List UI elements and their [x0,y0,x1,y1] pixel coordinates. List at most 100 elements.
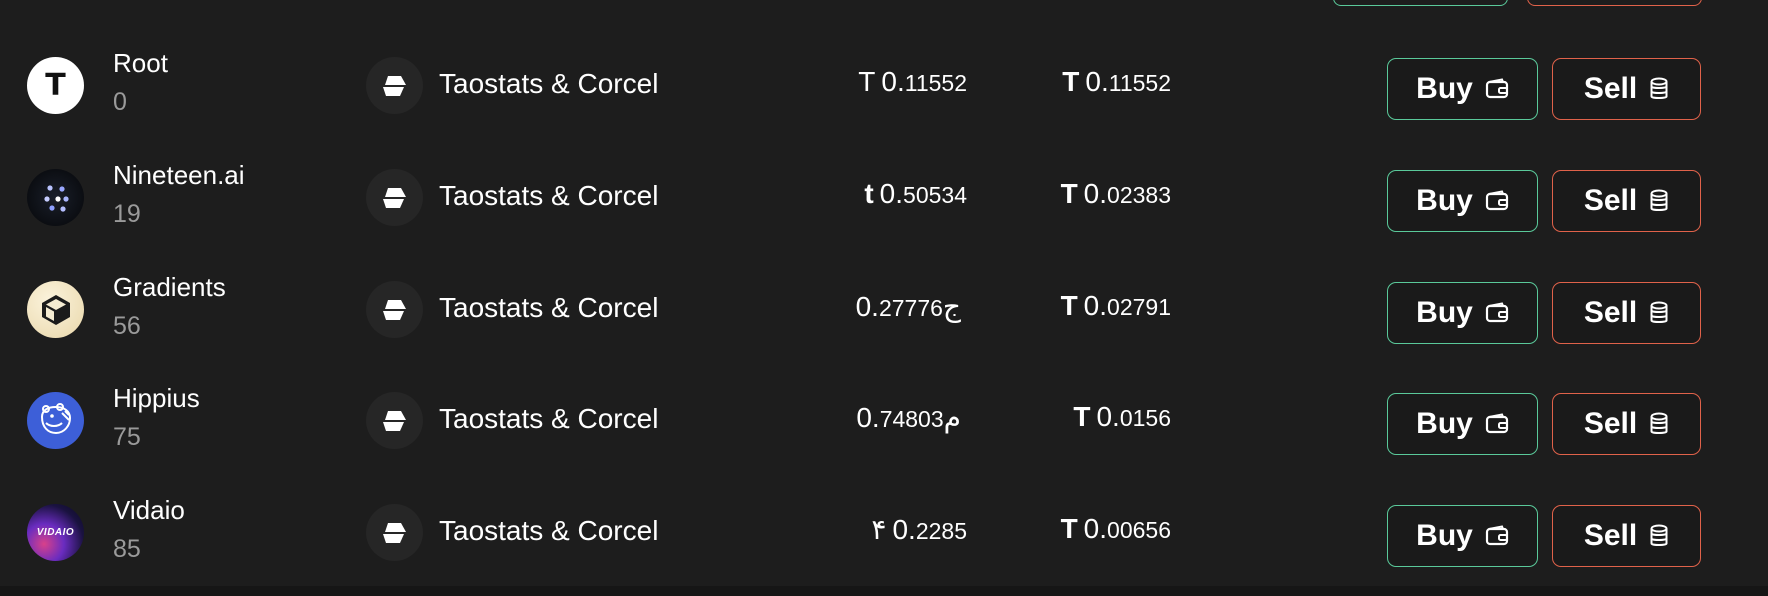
validator-logo-icon [366,281,423,338]
vidaio-icon: VIDAIO [27,504,84,561]
wallet-icon [1485,413,1508,434]
value-int: 0. [1096,401,1120,432]
price-int: 0. [856,402,880,433]
value-dec: 11552 [1108,70,1171,96]
validator-logo-icon [366,392,423,449]
validator-logo-icon [366,57,423,114]
value-int: 0. [1083,290,1108,321]
price-symbol: ج [942,291,961,322]
dots-icon [27,169,84,226]
buy-label: Buy [1416,184,1473,217]
token-price: ۴ 0.2285 [871,513,967,546]
validator-logo-icon [366,504,423,561]
sell-label: Sell [1583,407,1638,440]
subnet-id: 19 [113,200,141,228]
price-int: 0. [881,66,905,97]
value-symbol: Τ [1060,513,1078,544]
price-int: 0. [892,514,916,545]
validator-name[interactable]: Taostats & Corcel [439,292,658,324]
coins-icon [1650,524,1668,546]
subnet-id: 75 [113,423,141,451]
stake-value: Τ 0.02791 [1061,290,1171,322]
subnet-name[interactable]: Root [113,48,168,79]
buy-button[interactable]: Buy [1387,282,1538,344]
coins-icon [1650,412,1668,434]
buy-button[interactable]: Buy [1387,393,1538,455]
previous-row-buy-button[interactable] [1333,0,1508,6]
stake-value: Τ 0.02383 [1061,178,1171,210]
coins-icon [1650,301,1668,323]
sell-label: Sell [1583,72,1638,105]
value-symbol: Τ [1060,178,1078,209]
table-row: Nineteen.ai 19 Taostats & Corcel t 0.5053… [0,138,1768,238]
subnet-name[interactable]: Vidaio [113,495,185,526]
value-dec: 02383 [1107,182,1171,208]
buy-button[interactable]: Buy [1387,505,1538,567]
sell-button[interactable]: Sell [1552,170,1701,232]
price-dec: 2285 [915,518,967,544]
tao-icon: Τ [27,57,84,114]
validator-name[interactable]: Taostats & Corcel [439,515,658,547]
validator-name[interactable]: Taostats & Corcel [439,180,658,212]
table-row: Gradients 56 Taostats & Corcel ج0.27776 … [0,250,1768,350]
buy-label: Buy [1416,519,1473,552]
price-dec: 11552 [904,70,967,96]
subnet-id: 85 [113,535,141,563]
buy-label: Buy [1416,72,1473,105]
stake-value: Τ 0.0156 [1073,401,1171,433]
value-int: 0. [1083,513,1108,544]
price-symbol: م [943,402,961,433]
sell-button[interactable]: Sell [1552,505,1701,567]
coins-icon [1650,77,1668,99]
value-int: 0. [1085,66,1109,97]
price-dec: 27776 [878,295,943,321]
sell-button[interactable]: Sell [1552,282,1701,344]
value-dec: 00656 [1107,517,1171,543]
subnet-name[interactable]: Gradients [113,272,226,303]
sell-button[interactable]: Sell [1552,393,1701,455]
cube-icon [27,281,84,338]
subnet-name[interactable]: Hippius [113,383,200,414]
stake-value: Τ 0.11552 [1062,66,1171,98]
token-price: t 0.50534 [864,178,967,210]
price-symbol: ۴ [871,514,887,545]
wallet-icon [1485,302,1508,323]
validator-name[interactable]: Taostats & Corcel [439,403,658,435]
price-int: 0. [855,291,879,322]
price-symbol: t [864,178,874,209]
value-dec: 02791 [1107,294,1171,320]
buy-label: Buy [1416,407,1473,440]
buy-button[interactable]: Buy [1387,58,1538,120]
wallet-icon [1485,525,1508,546]
value-symbol: Τ [1060,290,1078,321]
subnet-name[interactable]: Nineteen.ai [113,160,245,191]
subnet-stake-list: Τ Root 0 Taostats & Corcel Τ 0.11552 Τ 0.1… [0,0,1768,596]
stake-value: Τ 0.00656 [1061,513,1171,545]
price-dec: 74803 [879,406,944,432]
sell-button[interactable]: Sell [1552,58,1701,120]
price-dec: 50534 [903,182,967,208]
value-symbol: Τ [1073,401,1091,432]
sell-label: Sell [1583,184,1638,217]
logo-glyph: Τ [45,68,66,103]
previous-row-sell-button[interactable] [1527,0,1702,6]
token-price: م 0.74803 [856,401,967,434]
value-symbol: Τ [1062,66,1080,97]
sell-label: Sell [1583,296,1638,329]
subnet-id: 56 [113,312,141,340]
wallet-icon [1485,78,1508,99]
subnet-id: 0 [113,88,127,116]
value-dec: 0156 [1119,405,1171,431]
price-symbol: Τ [858,66,876,97]
token-price: ج 0.27776 [856,290,967,323]
logo-wordmark: VIDAIO [36,527,75,538]
validator-name[interactable]: Taostats & Corcel [439,68,658,100]
table-row: VIDAIO Vidaio 85 Taostats & Corcel ۴ 0.22… [0,473,1768,573]
sell-label: Sell [1583,519,1638,552]
coins-icon [1650,189,1668,211]
price-int: 0. [879,178,904,209]
wallet-icon [1485,190,1508,211]
buy-button[interactable]: Buy [1387,170,1538,232]
bottom-divider [0,586,1768,596]
value-int: 0. [1083,178,1108,209]
